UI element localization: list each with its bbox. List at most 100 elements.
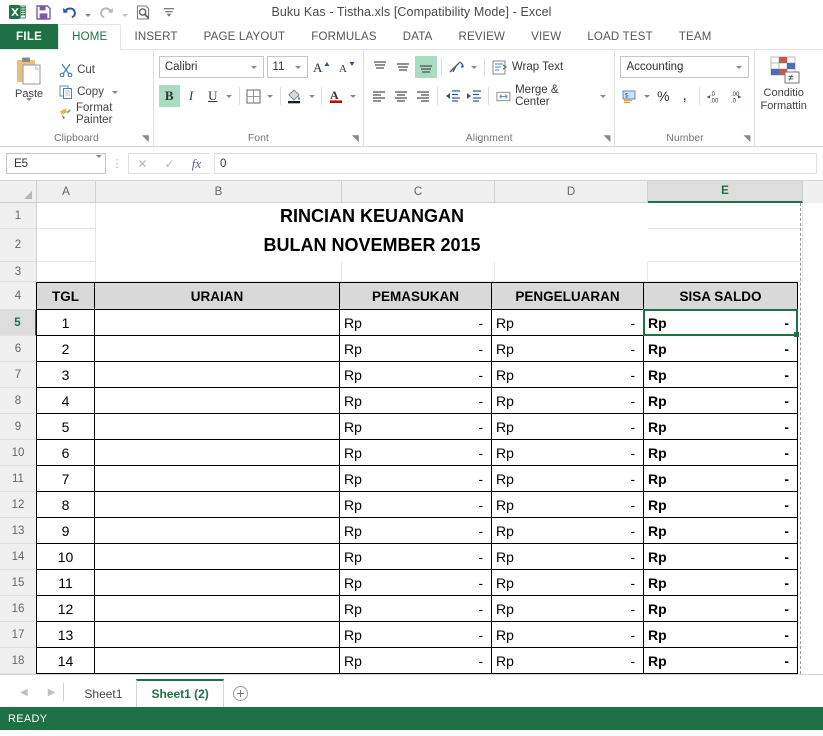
column-header-d[interactable]: D [495, 181, 648, 203]
row-header-17[interactable]: 17 [0, 622, 37, 648]
cell-a9[interactable]: 5 [36, 413, 95, 440]
font-size-combo[interactable]: 11 [266, 56, 308, 78]
cell-d14[interactable]: Rp - [491, 543, 644, 570]
customize-qat-icon[interactable] [156, 1, 182, 23]
format-painter-button[interactable]: Format Painter [57, 102, 148, 126]
column-header-b[interactable]: B [96, 181, 342, 203]
underline-dropdown-icon[interactable] [224, 85, 234, 107]
column-header-c[interactable]: C [342, 181, 495, 203]
cell-b11[interactable] [94, 465, 340, 492]
cell-d5[interactable]: Rp - [491, 309, 644, 336]
cell-d7[interactable]: Rp - [491, 361, 644, 388]
tab-insert[interactable]: INSERT [121, 24, 190, 49]
cell-a6[interactable]: 2 [36, 335, 95, 362]
cell-e9[interactable]: Rp - [643, 413, 798, 440]
cell-c5[interactable]: Rp - [339, 309, 492, 336]
redo-dropdown-icon[interactable] [119, 1, 130, 23]
align-right-button[interactable] [412, 85, 433, 107]
cell-c14[interactable]: Rp - [339, 543, 492, 570]
accounting-dropdown-icon[interactable] [642, 85, 652, 107]
cancel-formula-icon[interactable]: ✕ [129, 154, 156, 173]
cut-button[interactable]: Cut [57, 60, 148, 81]
decrease-font-size-button[interactable]: A [336, 56, 358, 78]
cell-b5[interactable] [94, 309, 340, 336]
row-header-6[interactable]: 6 [0, 336, 37, 362]
percent-style-button[interactable]: % [653, 85, 673, 107]
cell-a14[interactable]: 10 [36, 543, 95, 570]
row-header-15[interactable]: 15 [0, 570, 37, 596]
tab-formulas[interactable]: FORMULAS [298, 24, 390, 49]
name-box[interactable]: E5 [6, 153, 106, 174]
cell-a16[interactable]: 12 [36, 595, 95, 622]
alignment-dialog-launcher[interactable]: ◥ [604, 133, 611, 144]
row-header-12[interactable]: 12 [0, 492, 37, 518]
tab-review[interactable]: REVIEW [446, 24, 519, 49]
cell-e1[interactable] [648, 203, 803, 229]
cell-a8[interactable]: 4 [36, 387, 95, 414]
cell-c6[interactable]: Rp - [339, 335, 492, 362]
bottom-align-button[interactable] [414, 56, 437, 78]
next-sheet-icon[interactable]: ▶ [48, 687, 56, 698]
cell-c10[interactable]: Rp - [339, 439, 492, 466]
save-icon[interactable] [30, 1, 56, 23]
paste-dropdown-icon[interactable] [26, 98, 33, 119]
cell-c7[interactable]: Rp - [339, 361, 492, 388]
cell-e17[interactable]: Rp - [643, 621, 798, 648]
cell-d13[interactable]: Rp - [491, 517, 644, 544]
conditional-formatting-button[interactable]: ≠ Conditio Formattin [760, 53, 807, 131]
row-header-18[interactable]: 18 [0, 648, 37, 674]
cell-d12[interactable]: Rp - [491, 491, 644, 518]
italic-button[interactable]: I [181, 85, 202, 107]
row-header-5[interactable]: 5 [0, 310, 37, 336]
cell-b6[interactable] [94, 335, 340, 362]
middle-align-button[interactable] [392, 56, 414, 78]
tab-file[interactable]: FILE [0, 24, 59, 49]
undo-icon[interactable] [56, 1, 82, 23]
fill-color-button[interactable] [285, 85, 306, 107]
cell-a12[interactable]: 8 [36, 491, 95, 518]
cell-b14[interactable] [94, 543, 340, 570]
select-all-button[interactable] [0, 181, 37, 203]
cell-c18[interactable]: Rp - [339, 647, 492, 674]
cell-b4-header-uraian[interactable]: URAIAN [94, 282, 340, 310]
decrease-indent-button[interactable] [442, 85, 463, 107]
cell-d3[interactable] [495, 262, 648, 282]
cell-e12[interactable]: Rp - [643, 491, 798, 518]
row-header-10[interactable]: 10 [0, 440, 37, 466]
tab-view[interactable]: VIEW [518, 24, 574, 49]
font-name-dropdown-icon[interactable] [248, 65, 260, 69]
cell-d17[interactable]: Rp - [491, 621, 644, 648]
align-center-button[interactable] [391, 85, 412, 107]
row-header-8[interactable]: 8 [0, 388, 37, 414]
cell-d10[interactable]: Rp - [491, 439, 644, 466]
previous-sheet-icon[interactable]: ◀ [20, 687, 28, 698]
tab-team[interactable]: TEAM [666, 24, 725, 49]
cell-c13[interactable]: Rp - [339, 517, 492, 544]
row-header-13[interactable]: 13 [0, 518, 37, 544]
font-dialog-launcher[interactable]: ◥ [352, 133, 359, 144]
cell-a17[interactable]: 13 [36, 621, 95, 648]
insert-function-icon[interactable]: fx [183, 154, 210, 173]
cell-e3[interactable] [648, 262, 803, 282]
align-left-button[interactable] [369, 85, 390, 107]
cell-a7[interactable]: 3 [36, 361, 95, 388]
font-size-dropdown-icon[interactable] [292, 65, 304, 69]
add-sheet-button[interactable] [224, 679, 258, 707]
borders-button[interactable] [243, 85, 264, 107]
cell-e11[interactable]: Rp - [643, 465, 798, 492]
cell-b3[interactable] [96, 262, 342, 282]
cell-b16[interactable] [94, 595, 340, 622]
tab-data[interactable]: DATA [390, 24, 446, 49]
cell-b7[interactable] [94, 361, 340, 388]
cell-d15[interactable]: Rp - [491, 569, 644, 596]
cell-e18[interactable]: Rp - [643, 647, 798, 674]
cell-c11[interactable]: Rp - [339, 465, 492, 492]
sheet-tab-sheet1[interactable]: Sheet1 [70, 679, 136, 707]
clipboard-dialog-launcher[interactable]: ◥ [142, 133, 149, 144]
tab-load-test[interactable]: LOAD TEST [574, 24, 666, 49]
cell-d6[interactable]: Rp - [491, 335, 644, 362]
increase-decimal-button[interactable]: .0.00 [704, 85, 726, 107]
row-header-3[interactable]: 3 [0, 262, 37, 282]
row-header-7[interactable]: 7 [0, 362, 37, 388]
cell-e13[interactable]: Rp - [643, 517, 798, 544]
